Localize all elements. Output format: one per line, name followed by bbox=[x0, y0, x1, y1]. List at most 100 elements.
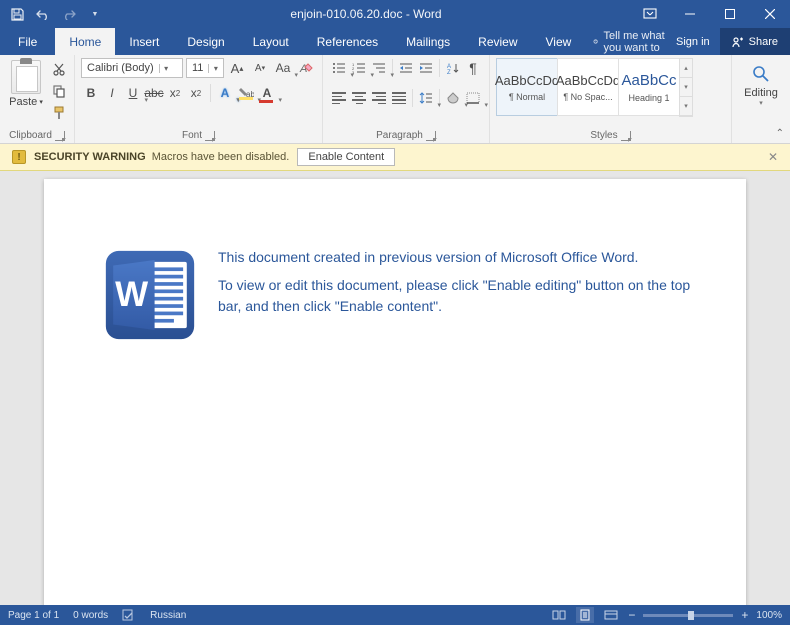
show-hide-icon[interactable]: ¶ bbox=[463, 58, 483, 78]
justify-icon[interactable] bbox=[389, 88, 409, 108]
subscript-icon[interactable]: x2 bbox=[165, 83, 185, 103]
line-spacing-icon[interactable]: ▾ bbox=[416, 88, 436, 108]
web-layout-icon[interactable] bbox=[602, 607, 620, 623]
collapse-ribbon-icon[interactable]: ⌃ bbox=[776, 128, 784, 139]
font-dialog-launcher[interactable] bbox=[205, 131, 215, 141]
paste-icon bbox=[11, 60, 41, 94]
read-mode-icon[interactable] bbox=[550, 607, 568, 623]
document-area[interactable]: W This document created in previous vers… bbox=[0, 171, 790, 605]
tab-layout[interactable]: Layout bbox=[239, 28, 303, 55]
tab-file[interactable]: File bbox=[0, 28, 55, 55]
style-no-spacing[interactable]: AaBbCcDd ¶ No Spac... bbox=[557, 58, 619, 116]
style-preview: AaBbCc bbox=[621, 72, 676, 89]
align-right-icon[interactable] bbox=[369, 88, 389, 108]
font-color-icon[interactable]: A▾ bbox=[257, 83, 277, 103]
borders-icon[interactable]: ▾ bbox=[463, 88, 483, 108]
share-button[interactable]: Share bbox=[720, 28, 790, 55]
tab-view[interactable]: View bbox=[532, 28, 586, 55]
editing-button[interactable]: Editing ▾ bbox=[738, 58, 784, 107]
paragraph-dialog-launcher[interactable] bbox=[426, 131, 436, 141]
underline-icon[interactable]: U▾ bbox=[123, 83, 143, 103]
undo-icon[interactable] bbox=[36, 7, 50, 21]
align-center-icon[interactable] bbox=[349, 88, 369, 108]
numbering-icon[interactable]: 123▾ bbox=[349, 58, 369, 78]
group-styles: AaBbCcDd ¶ Normal AaBbCcDd ¶ No Spac... … bbox=[490, 55, 732, 143]
font-size-combo[interactable]: 11▾ bbox=[186, 58, 224, 78]
superscript-icon[interactable]: x2 bbox=[186, 83, 206, 103]
sort-icon[interactable]: AZ bbox=[443, 58, 463, 78]
zoom-slider[interactable] bbox=[643, 614, 733, 617]
group-paragraph: ▾ 123▾ ▾ AZ ¶ ▾ bbox=[323, 55, 490, 143]
status-bar: Page 1 of 1 0 words Russian − + 100% bbox=[0, 605, 790, 625]
text-effects-icon[interactable]: A▾ bbox=[215, 83, 235, 103]
save-icon[interactable] bbox=[10, 7, 24, 21]
tell-me-search[interactable]: Tell me what you want to bbox=[585, 28, 666, 55]
highlight-icon[interactable]: ab▾ bbox=[236, 83, 256, 103]
change-case-icon[interactable]: Aa▾ bbox=[273, 58, 293, 78]
spell-check-icon[interactable] bbox=[122, 609, 136, 621]
format-painter-icon[interactable] bbox=[50, 104, 68, 122]
security-close-icon[interactable]: ✕ bbox=[768, 150, 778, 164]
clear-formatting-icon[interactable]: A bbox=[296, 58, 316, 78]
decrease-indent-icon[interactable] bbox=[396, 58, 416, 78]
redo-icon[interactable] bbox=[62, 7, 76, 21]
style-heading-1[interactable]: AaBbCc Heading 1 bbox=[618, 58, 680, 116]
cut-icon[interactable] bbox=[50, 60, 68, 78]
status-words[interactable]: 0 words bbox=[73, 610, 108, 621]
clipboard-group-label: Clipboard bbox=[9, 130, 52, 141]
tab-mailings[interactable]: Mailings bbox=[392, 28, 464, 55]
tab-design[interactable]: Design bbox=[173, 28, 238, 55]
align-left-icon[interactable] bbox=[329, 88, 349, 108]
zoom-level[interactable]: 100% bbox=[756, 610, 782, 621]
style-name: ¶ Normal bbox=[509, 92, 545, 102]
increase-indent-icon[interactable] bbox=[416, 58, 436, 78]
styles-dialog-launcher[interactable] bbox=[621, 131, 631, 141]
tab-references[interactable]: References bbox=[303, 28, 392, 55]
group-font: Calibri (Body)▾ 11▾ A▴ A▾ Aa▾ A B I U▾ a… bbox=[75, 55, 323, 143]
font-name-value: Calibri (Body) bbox=[82, 62, 159, 74]
ribbon-options-icon[interactable] bbox=[630, 0, 670, 28]
svg-text:Z: Z bbox=[447, 70, 451, 74]
tab-insert[interactable]: Insert bbox=[115, 28, 173, 55]
status-language[interactable]: Russian bbox=[150, 610, 186, 621]
paste-button[interactable]: Paste▾ bbox=[6, 58, 46, 108]
window-controls bbox=[630, 0, 790, 28]
document-line-1: This document created in previous versio… bbox=[218, 247, 696, 269]
editing-label: Editing bbox=[744, 87, 778, 99]
quick-access-toolbar: ▼ bbox=[0, 7, 102, 21]
copy-icon[interactable] bbox=[50, 82, 68, 100]
zoom-out-icon[interactable]: − bbox=[628, 608, 635, 622]
styles-gallery-control[interactable]: ▴▾▾ bbox=[679, 58, 693, 117]
zoom-in-icon[interactable]: + bbox=[741, 608, 748, 622]
shading-icon[interactable]: ▾ bbox=[443, 88, 463, 108]
font-size-value: 11 bbox=[187, 62, 208, 74]
word-logo-icon: W bbox=[104, 249, 196, 341]
find-icon bbox=[751, 64, 771, 84]
sign-in-link[interactable]: Sign in bbox=[666, 28, 720, 55]
tell-me-label: Tell me what you want to bbox=[604, 30, 666, 54]
enable-content-button[interactable]: Enable Content bbox=[297, 148, 395, 166]
close-button[interactable] bbox=[750, 0, 790, 28]
bold-icon[interactable]: B bbox=[81, 83, 101, 103]
styles-group-label: Styles bbox=[590, 130, 617, 141]
strikethrough-icon[interactable]: abc bbox=[144, 83, 164, 103]
tab-home[interactable]: Home bbox=[55, 28, 115, 55]
minimize-button[interactable] bbox=[670, 0, 710, 28]
shrink-font-icon[interactable]: A▾ bbox=[250, 58, 270, 78]
style-normal[interactable]: AaBbCcDd ¶ Normal bbox=[496, 58, 558, 116]
tab-review[interactable]: Review bbox=[464, 28, 531, 55]
status-page[interactable]: Page 1 of 1 bbox=[8, 610, 59, 621]
paste-label: Paste bbox=[9, 96, 37, 108]
qat-customize-icon[interactable]: ▼ bbox=[88, 7, 102, 21]
font-name-combo[interactable]: Calibri (Body)▾ bbox=[81, 58, 183, 78]
bullets-icon[interactable]: ▾ bbox=[329, 58, 349, 78]
security-warning-bar: ! SECURITY WARNING Macros have been disa… bbox=[0, 144, 790, 171]
print-layout-icon[interactable] bbox=[576, 607, 594, 623]
grow-font-icon[interactable]: A▴ bbox=[227, 58, 247, 78]
multilevel-list-icon[interactable]: ▾ bbox=[369, 58, 389, 78]
clipboard-dialog-launcher[interactable] bbox=[55, 131, 65, 141]
group-clipboard: Paste▾ Clipboard bbox=[0, 55, 75, 143]
italic-icon[interactable]: I bbox=[102, 83, 122, 103]
paragraph-group-label: Paragraph bbox=[376, 130, 423, 141]
maximize-button[interactable] bbox=[710, 0, 750, 28]
